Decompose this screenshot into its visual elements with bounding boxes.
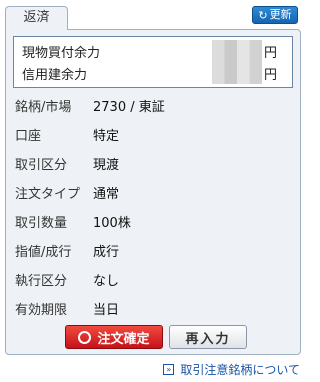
detail-label: 執行区分	[15, 274, 68, 289]
tab-return[interactable]: 返済	[5, 6, 68, 30]
order-panel: 現物買付余力 円 信用建余力 円 銘柄/市場 2730 / 東証 口座 特定 取…	[5, 29, 301, 355]
tab-label: 返済	[23, 10, 50, 25]
buying-power-box: 現物買付余力 円 信用建余力 円	[13, 36, 293, 88]
circle-icon	[78, 330, 92, 344]
confirm-order-button[interactable]: 注文確定	[65, 325, 163, 349]
update-button[interactable]: ↻ 更新	[252, 6, 298, 24]
detail-row-symbol: 銘柄/市場 2730 / 東証	[6, 89, 300, 118]
reenter-button[interactable]: 再入力	[169, 325, 247, 349]
detail-value: 当日	[93, 303, 120, 318]
reenter-label: 再入力	[185, 331, 231, 347]
detail-label: 銘柄/市場	[15, 100, 72, 115]
cash-buying-power-label: 現物買付余力	[22, 46, 101, 61]
margin-power-label: 信用建余力	[22, 68, 88, 83]
double-arrow-icon: »	[163, 364, 175, 375]
detail-label: 口座	[15, 129, 42, 144]
order-detail-list: 銘柄/市場 2730 / 東証 口座 特定 取引区分 現渡 注文タイプ 通常 取…	[6, 89, 300, 321]
caution-stocks-link-label: 取引注意銘柄について	[180, 363, 300, 377]
detail-value: なし	[93, 274, 120, 289]
detail-row-trade-type: 取引区分 現渡	[6, 147, 300, 176]
detail-value: 現渡	[93, 158, 120, 173]
detail-label: 有効期限	[15, 303, 68, 318]
detail-row-quantity: 取引数量 100株	[6, 205, 300, 234]
cash-buying-power-row: 現物買付余力 円	[14, 40, 292, 62]
detail-value: 成行	[93, 245, 120, 260]
confirm-order-label: 注文確定	[97, 331, 150, 347]
detail-row-execution: 執行区分 なし	[6, 263, 300, 292]
detail-value: 2730 / 東証	[93, 100, 165, 115]
detail-row-order-type: 注文タイプ 通常	[6, 176, 300, 205]
detail-value: 通常	[93, 187, 120, 202]
detail-label: 取引数量	[15, 216, 68, 231]
masked-amount	[212, 40, 262, 62]
detail-label: 取引区分	[15, 158, 68, 173]
detail-value: 特定	[93, 129, 120, 144]
margin-power-row: 信用建余力 円	[14, 62, 292, 84]
caution-stocks-link[interactable]: » 取引注意銘柄について	[163, 361, 300, 378]
update-button-label: 更新	[269, 8, 292, 21]
refresh-icon: ↻	[258, 8, 268, 22]
detail-label: 注文タイプ	[15, 187, 81, 202]
yen-unit: 円	[264, 68, 278, 83]
detail-row-expiry: 有効期限 当日	[6, 292, 300, 321]
detail-row-price-type: 指値/成行 成行	[6, 234, 300, 263]
masked-amount	[212, 62, 262, 84]
detail-label: 指値/成行	[15, 245, 72, 260]
detail-row-account: 口座 特定	[6, 118, 300, 147]
yen-unit: 円	[264, 46, 278, 61]
detail-value: 100株	[93, 216, 131, 231]
